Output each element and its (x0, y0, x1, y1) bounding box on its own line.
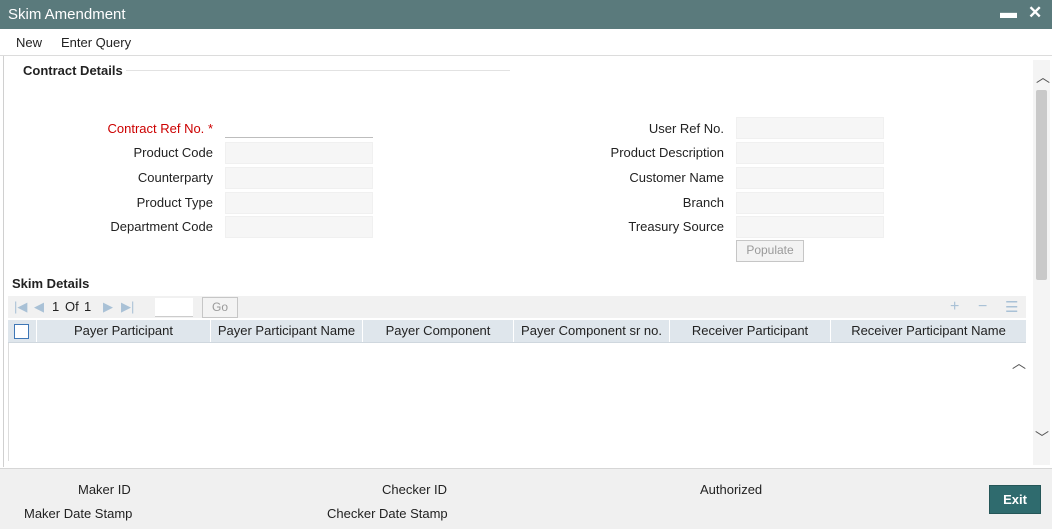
section-divider (126, 70, 510, 71)
department-code-input[interactable] (225, 216, 373, 238)
grid-toolbar: |◀ ◀ 1 Of 1 ▶ ▶| Go + − ☰ (8, 296, 1026, 318)
treasury-source-input[interactable] (736, 216, 884, 238)
product-code-label: Product Code (133, 145, 214, 160)
close-icon[interactable]: ✕ (1028, 3, 1042, 23)
menu-new[interactable]: New (16, 35, 42, 50)
col-payer-participant-name[interactable]: Payer Participant Name (211, 320, 363, 342)
next-page-icon[interactable]: ▶ (103, 299, 113, 315)
window-titlebar: Skim Amendment ▬ ✕ (0, 0, 1052, 29)
main-scrollbar[interactable]: ︿ (1033, 60, 1050, 465)
product-description-input[interactable] (736, 142, 884, 164)
contract-ref-label: Contract Ref No. * (107, 121, 213, 136)
maker-id-label: Maker ID (78, 482, 131, 497)
user-ref-label: User Ref No. (648, 121, 724, 136)
contract-details-title: Contract Details (23, 63, 123, 78)
product-type-input[interactable] (225, 192, 373, 214)
counterparty-label: Counterparty (137, 170, 213, 185)
counterparty-input[interactable] (225, 167, 373, 189)
customer-name-input[interactable] (736, 167, 884, 189)
menu-bar: New Enter Query (0, 29, 1052, 56)
grid-header: Payer Participant Payer Participant Name… (8, 320, 1026, 343)
scroll-down-icon[interactable]: ﹀ (1035, 428, 1049, 448)
product-code-input[interactable] (225, 142, 373, 164)
col-receiver-participant-name[interactable]: Receiver Participant Name (831, 320, 1026, 342)
required-marker: * (207, 121, 213, 136)
col-payer-component[interactable]: Payer Component (363, 320, 514, 342)
grid-scrollbar[interactable]: ︿ (1010, 343, 1026, 461)
page-total: 1 (84, 299, 92, 314)
go-button[interactable]: Go (202, 297, 238, 318)
last-page-icon[interactable]: ▶| (121, 299, 134, 315)
first-page-icon[interactable]: |◀ (14, 299, 27, 315)
col-payer-participant[interactable]: Payer Participant (37, 320, 211, 342)
page-current: 1 (52, 299, 60, 314)
menu-enter-query[interactable]: Enter Query (61, 35, 131, 50)
user-ref-input[interactable] (736, 117, 884, 139)
authorized-label: Authorized (700, 482, 763, 497)
branch-input[interactable] (736, 192, 884, 214)
grid-scroll-up-icon[interactable]: ︿ (1012, 353, 1026, 373)
footer-bar: Maker ID Maker Date Stamp Checker ID Che… (0, 468, 1052, 529)
treasury-source-label: Treasury Source (628, 219, 724, 234)
product-type-label: Product Type (136, 195, 213, 210)
minimize-icon[interactable]: ▬ (1000, 3, 1017, 23)
exit-button[interactable]: Exit (989, 485, 1041, 514)
populate-button[interactable]: Populate (736, 240, 804, 262)
department-code-label: Department Code (110, 219, 213, 234)
scroll-up-icon[interactable]: ︿ (1036, 67, 1050, 87)
customer-name-label: Customer Name (629, 170, 724, 185)
select-all-cell (8, 320, 37, 342)
col-payer-component-sr-no[interactable]: Payer Component sr no. (514, 320, 670, 342)
col-receiver-participant[interactable]: Receiver Participant (670, 320, 831, 342)
checker-date-stamp-label: Checker Date Stamp (327, 506, 448, 521)
previous-page-icon[interactable]: ◀ (34, 299, 44, 315)
maker-date-stamp-label: Maker Date Stamp (24, 506, 133, 521)
branch-label: Branch (682, 195, 724, 210)
page-of-label: Of (65, 299, 79, 314)
delete-row-icon[interactable]: − (978, 298, 987, 316)
contract-ref-input[interactable] (225, 117, 373, 138)
skim-details-title: Skim Details (12, 276, 90, 291)
grid-body (8, 343, 1011, 461)
window-title: Skim Amendment (8, 6, 126, 23)
checker-id-label: Checker ID (382, 482, 448, 497)
page-number-input[interactable] (155, 298, 193, 317)
add-row-icon[interactable]: + (950, 298, 959, 316)
scrollbar-thumb[interactable] (1036, 90, 1047, 280)
product-description-label: Product Description (610, 145, 724, 160)
select-all-checkbox[interactable] (14, 324, 29, 339)
single-view-icon[interactable]: ☰ (1005, 298, 1018, 316)
